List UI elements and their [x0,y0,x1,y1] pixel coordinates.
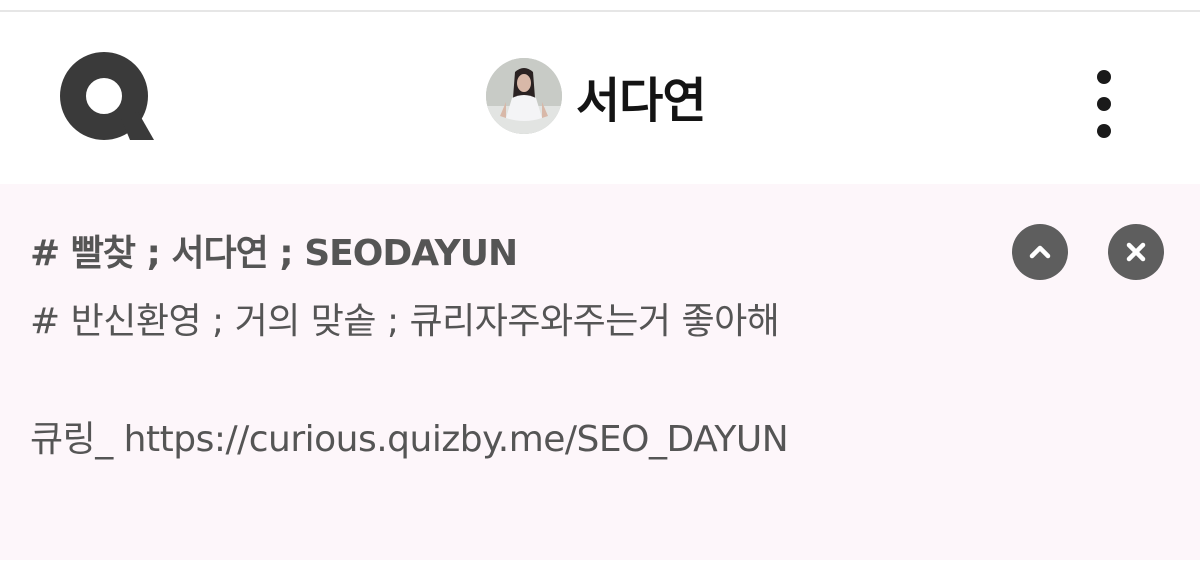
bottom-divider [0,560,1200,566]
bio-panel: # 빨찾 ; 서다연 ; SEODAYUN # 반신환영 ; 거의 맞솥 ; 큐… [0,184,1200,560]
profile-header: 서다연 [0,12,1200,184]
avatar[interactable] [486,58,562,134]
collapse-button[interactable] [1012,224,1068,280]
bio-line-link[interactable]: 큐링_ https://curious.quizby.me/SEO_DAYUN [30,410,789,462]
chevron-up-icon [1029,245,1051,259]
profile-name: 서다연 [576,73,706,129]
menu-dot [1097,124,1111,138]
close-icon [1126,242,1146,262]
bio-line-tags: # 빨찾 ; 서다연 ; SEODAYUN [30,233,518,274]
menu-dot [1097,97,1111,111]
profile-identity[interactable]: 서다연 [486,58,706,134]
close-button[interactable] [1108,224,1164,280]
q-logo-icon[interactable] [58,50,158,150]
bio-line-intro: # 반신환영 ; 거의 맞솥 ; 큐리자주와주는거 좋아해 [30,301,780,342]
menu-dot [1097,70,1111,84]
kebab-menu-icon[interactable] [1086,64,1122,144]
